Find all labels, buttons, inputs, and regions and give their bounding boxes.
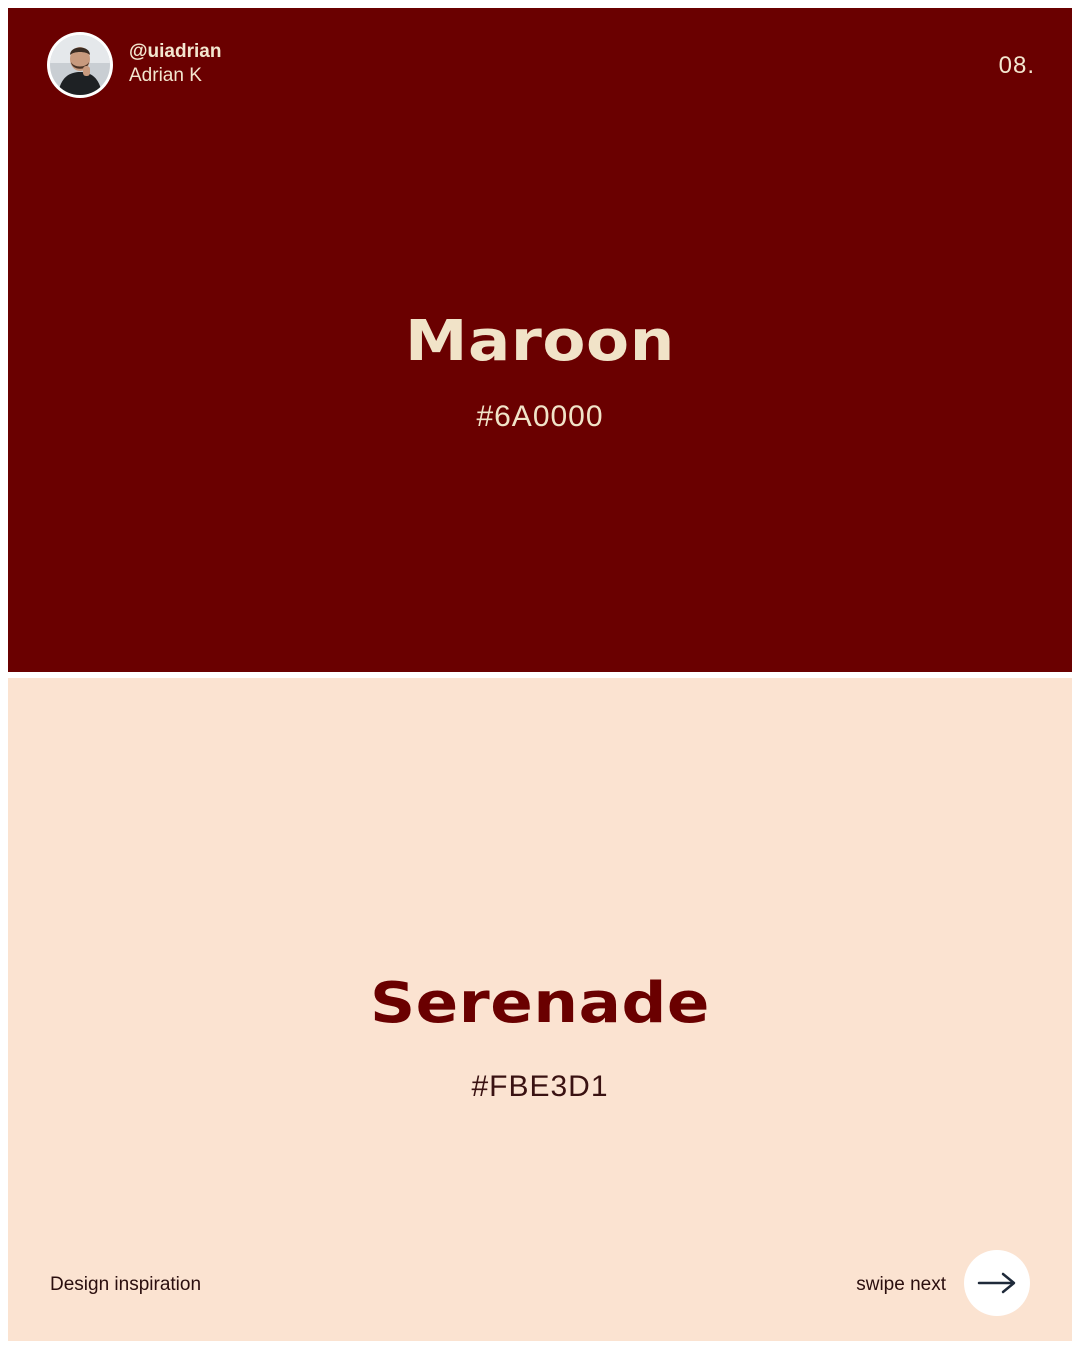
author-name: Adrian K [129,65,202,86]
swipe-next-label: swipe next [856,1274,946,1295]
serenade-swatch-panel: Serenade #FBE3D1 Design inspiration swip… [8,678,1072,1341]
color-name-secondary: Serenade [369,971,711,1036]
color-name-primary: Maroon [405,309,675,374]
design-inspiration-label: Design inspiration [50,1274,202,1295]
next-button[interactable] [964,1250,1030,1316]
maroon-swatch-panel: @uiadrian Adrian K 08. Maroon #6A0000 [8,8,1072,672]
color-hex-secondary: #FBE3D1 [471,1070,609,1103]
avatar[interactable] [47,32,113,98]
arrow-right-icon [977,1272,1016,1294]
author-handle[interactable]: @uiadrian [129,41,221,63]
page-number: 08. [998,52,1035,79]
color-hex-primary: #6A0000 [476,400,604,433]
person-avatar-icon [50,35,110,95]
